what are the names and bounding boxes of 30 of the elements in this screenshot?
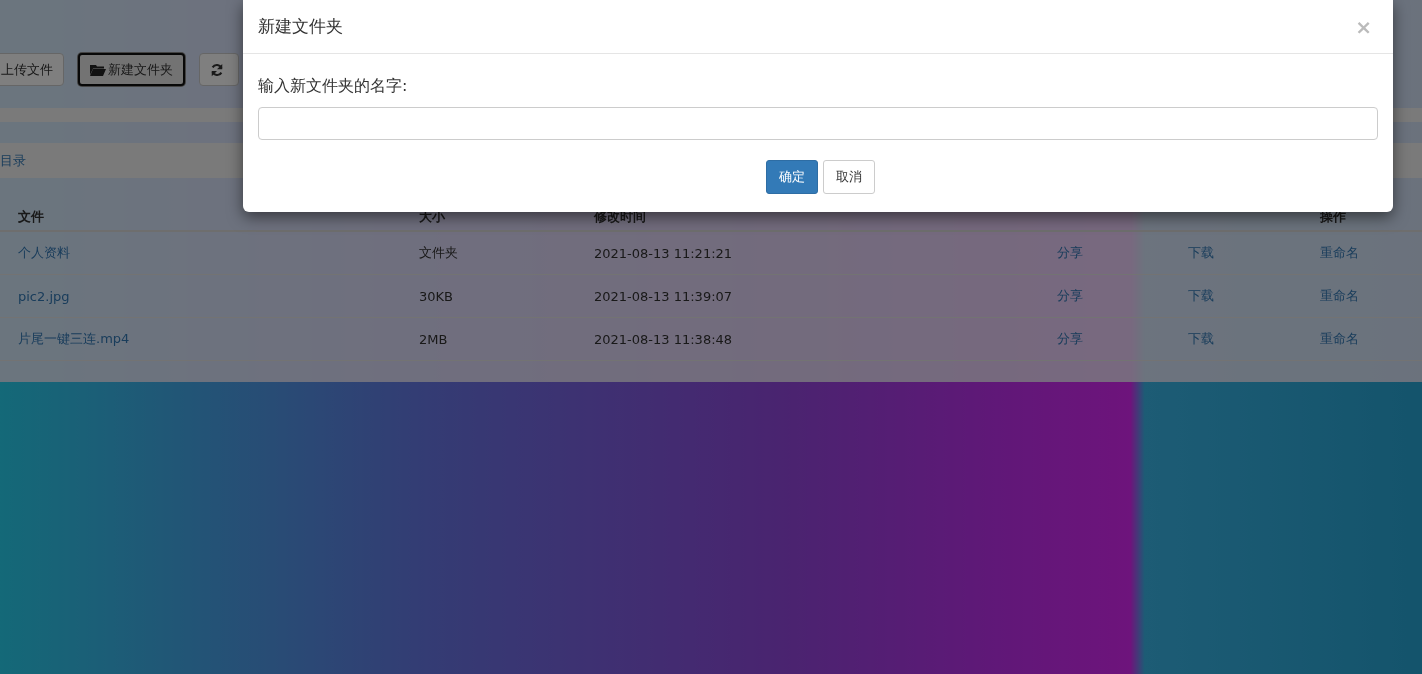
action-link[interactable]: 重命名	[1320, 244, 1422, 262]
new-folder-button[interactable]: 新建文件夹	[78, 53, 185, 86]
folder-icon	[90, 63, 106, 76]
action-link[interactable]: 重命名	[1320, 330, 1422, 348]
folder-name-input[interactable]	[258, 107, 1378, 140]
table-cell-text: 2021-08-13 11:21:21	[594, 245, 734, 261]
upload-button[interactable]: 上传文件	[0, 53, 64, 86]
column-header: 文件	[18, 208, 45, 226]
action-link[interactable]: 分享	[1057, 244, 1188, 262]
action-link[interactable]: 分享	[1057, 287, 1188, 305]
file-link[interactable]: pic2.jpg	[18, 288, 419, 304]
dialog-button[interactable]: 取消	[823, 160, 875, 194]
table-cell-text: 2MB	[419, 331, 449, 347]
table-cell-text: 文件夹	[419, 244, 459, 262]
refresh-icon	[210, 62, 224, 77]
action-link[interactable]: 分享	[1057, 330, 1188, 348]
refresh-button[interactable]	[199, 53, 239, 86]
action-link[interactable]: 下载	[1188, 287, 1320, 305]
close-button[interactable]: ×	[1349, 14, 1378, 39]
breadcrumb-link[interactable]: 目录	[0, 151, 26, 170]
dialog-button[interactable]: 确定	[766, 160, 818, 194]
table-cell-text: 30KB	[419, 288, 454, 304]
action-link[interactable]: 下载	[1188, 244, 1320, 262]
dialog-title: 新建文件夹	[258, 15, 343, 38]
table-cell-text: 2021-08-13 11:39:07	[594, 288, 734, 304]
action-link[interactable]: 重命名	[1320, 287, 1422, 305]
table-cell-text: 2021-08-13 11:38:48	[594, 331, 734, 347]
file-link[interactable]: 个人资料	[18, 244, 419, 262]
action-link[interactable]: 下载	[1188, 330, 1320, 348]
field-label: 输入新文件夹的名字:	[258, 76, 409, 97]
